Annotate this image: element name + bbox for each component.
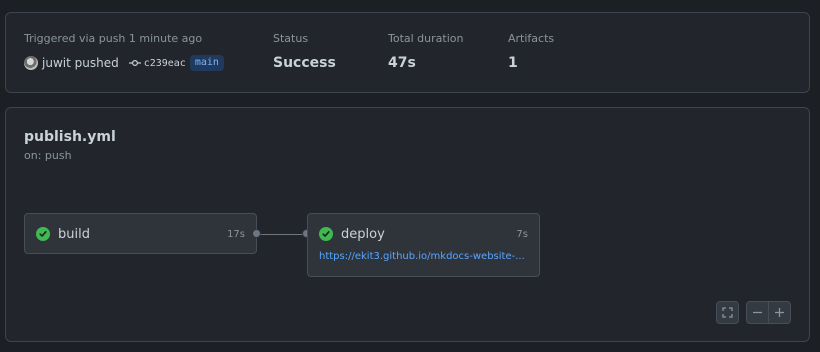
duration-value: 47s	[388, 55, 416, 71]
deployment-url-link[interactable]: https://ekit3.github.io/mkdocs-website-.…	[319, 251, 531, 262]
artifacts-column: Artifacts 1	[508, 32, 554, 72]
artifacts-label: Artifacts	[508, 32, 555, 45]
success-check-icon	[319, 227, 333, 241]
status-value: Success	[273, 55, 336, 71]
job-duration: 7s	[516, 228, 528, 240]
fullscreen-button[interactable]	[716, 301, 739, 324]
job-build[interactable]: build 17s	[24, 213, 257, 254]
trigger-label: Triggered via push 1 minute ago	[24, 32, 203, 45]
zoom-in-button[interactable]	[768, 301, 791, 324]
success-check-icon	[36, 227, 50, 241]
trigger-column: Triggered via push 1 minute ago juwit pu…	[24, 32, 224, 72]
workflow-graph-panel: publish.yml on: push build 17s deploy 7s…	[5, 107, 810, 342]
commit-sha-link[interactable]: c239eac	[144, 58, 186, 69]
status-label: Status	[273, 32, 309, 45]
status-column: Status Success	[273, 32, 336, 72]
job-duration: 17s	[227, 228, 245, 240]
job-name: deploy	[341, 226, 385, 242]
workflow-trigger: on: push	[24, 149, 72, 162]
job-deploy[interactable]: deploy 7s https://ekit3.github.io/mkdocs…	[307, 213, 540, 277]
minus-icon	[752, 303, 763, 322]
branch-badge[interactable]: main	[189, 55, 224, 71]
job-name: build	[58, 226, 90, 242]
fullscreen-icon	[722, 303, 733, 322]
plus-icon	[774, 303, 785, 322]
job-connector	[257, 234, 307, 235]
zoom-out-button[interactable]	[746, 301, 769, 324]
duration-label: Total duration	[388, 32, 464, 45]
artifacts-value[interactable]: 1	[508, 54, 554, 72]
workflow-title: publish.yml	[24, 129, 116, 145]
duration-column: Total duration 47s	[388, 32, 463, 72]
connector-out-dot	[252, 229, 261, 238]
avatar[interactable]	[24, 56, 38, 70]
commit-icon	[128, 59, 141, 67]
run-summary-panel: Triggered via push 1 minute ago juwit pu…	[5, 12, 810, 93]
pusher-text[interactable]: juwit pushed	[42, 56, 119, 70]
